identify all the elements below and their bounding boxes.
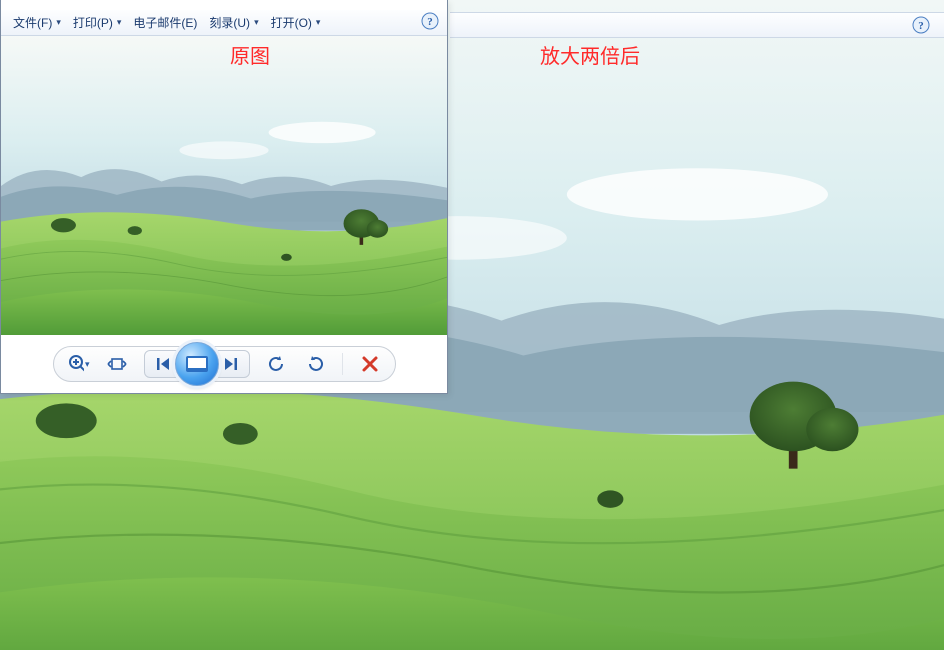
help-icon[interactable]: [912, 16, 930, 39]
menu-open-label: 打开(O): [271, 14, 312, 31]
menu-file[interactable]: 文件(F) ▾: [9, 12, 65, 33]
menu-file-label: 文件(F): [13, 14, 52, 31]
fit-to-window-icon: [107, 355, 127, 373]
original-viewer-window: 文件(F) ▾ 打印(P) ▾ 电子邮件(E) 刻录(U) ▾ 打开(O) ▾: [0, 0, 448, 394]
rotate-cw-button[interactable]: [304, 353, 326, 375]
menu-bar: 文件(F) ▾ 打印(P) ▾ 电子邮件(E) 刻录(U) ▾ 打开(O) ▾: [1, 10, 447, 36]
next-button[interactable]: [215, 351, 245, 377]
delete-button[interactable]: [359, 353, 381, 375]
menu-open[interactable]: 打开(O) ▾: [267, 12, 325, 33]
previous-icon: [155, 356, 173, 372]
original-image: [1, 36, 447, 336]
menu-print-label: 打印(P): [73, 14, 113, 31]
annotation-original: 原图: [230, 40, 270, 69]
menu-burn-label: 刻录(U): [209, 14, 250, 31]
menu-email[interactable]: 电子邮件(E): [129, 12, 201, 33]
next-icon: [221, 356, 239, 372]
chevron-down-icon: ▾: [56, 17, 61, 28]
nav-group: [144, 350, 250, 378]
fit-button[interactable]: [106, 353, 128, 375]
control-pill: ▾: [53, 346, 396, 382]
zoom-icon: [68, 354, 84, 374]
chevron-down-icon: ▾: [85, 359, 90, 370]
help-icon[interactable]: [421, 12, 439, 33]
zoomed-toolbar: [450, 12, 944, 38]
zoom-button[interactable]: ▾: [68, 353, 90, 375]
slideshow-icon: [186, 356, 208, 372]
rotate-cw-icon: [305, 354, 325, 374]
separator: [342, 353, 343, 375]
menu-burn[interactable]: 刻录(U) ▾: [205, 12, 262, 33]
rotate-ccw-button[interactable]: [266, 353, 288, 375]
rotate-ccw-icon: [267, 354, 287, 374]
viewer-controls: ▾: [1, 335, 447, 393]
menu-email-label: 电子邮件(E): [133, 14, 197, 31]
chevron-down-icon: ▾: [117, 17, 122, 28]
delete-icon: [361, 355, 379, 373]
chevron-down-icon: ▾: [316, 17, 321, 28]
chevron-down-icon: ▾: [254, 17, 259, 28]
annotation-zoomed: 放大两倍后: [540, 40, 640, 69]
titlebar-fragment: [1, 0, 447, 10]
slideshow-button[interactable]: [175, 342, 219, 386]
menu-print[interactable]: 打印(P) ▾: [69, 12, 126, 33]
